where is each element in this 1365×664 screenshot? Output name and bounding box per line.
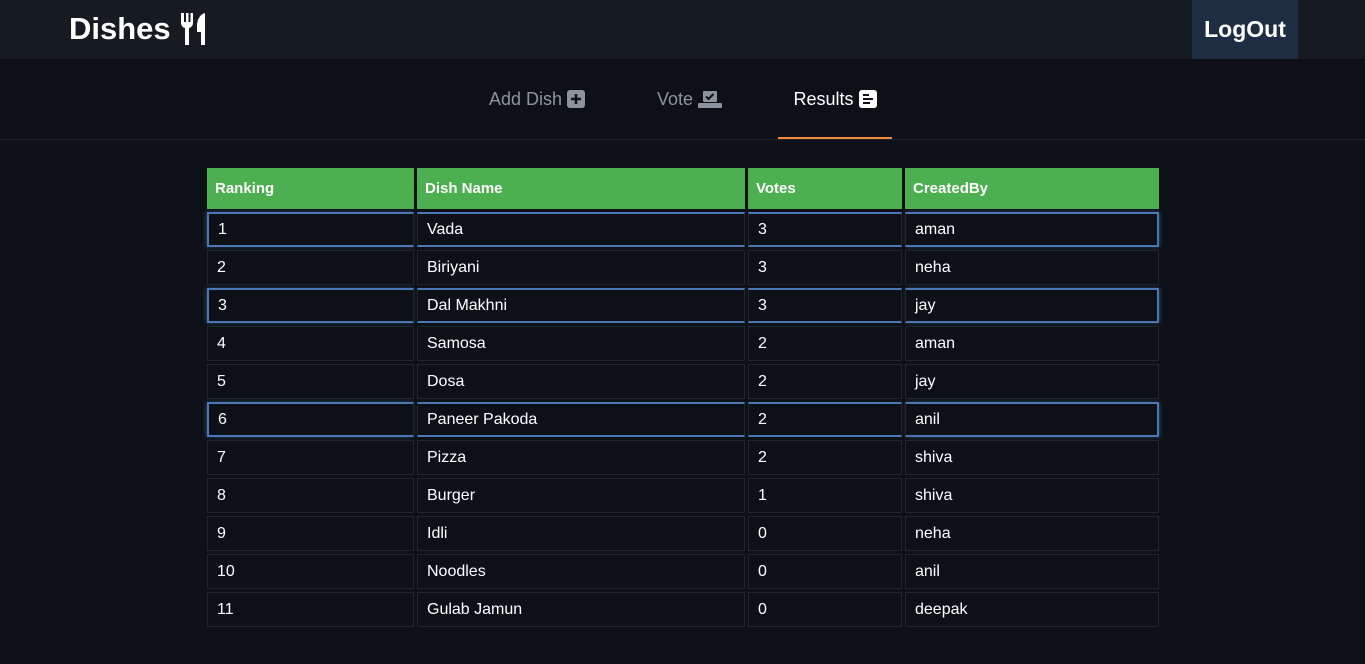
created-by-cell: jay [905,364,1159,399]
column-header-ranking: Ranking [207,168,414,209]
table-row[interactable]: 4 Samosa 2 aman [207,326,1159,361]
votes-cell: 1 [748,478,902,513]
table-row[interactable]: 3 Dal Makhni 3 jay [207,288,1159,323]
table-row[interactable]: 5 Dosa 2 jay [207,364,1159,399]
rank-cell: 6 [207,402,414,437]
column-header-dish-name: Dish Name [417,168,745,209]
table-row[interactable]: 1 Vada 3 aman [207,212,1159,247]
table-row[interactable]: 10 Noodles 0 anil [207,554,1159,589]
column-header-created-by: CreatedBy [905,168,1159,209]
created-by-cell: aman [905,326,1159,361]
votes-cell: 0 [748,516,902,551]
rank-cell: 4 [207,326,414,361]
created-by-cell: deepak [905,592,1159,627]
results-table-container: Ranking Dish Name Votes CreatedBy 1 Vada 3… [204,165,1162,630]
created-by-cell: shiva [905,440,1159,475]
app-title: Dishes [69,11,171,46]
tab-add-dish[interactable]: Add Dish [489,59,586,139]
tab-label: Vote [657,88,694,109]
created-by-cell: jay [905,288,1159,323]
dish-name-cell: Paneer Pakoda [417,402,745,437]
rank-cell: 10 [207,554,414,589]
rank-cell: 7 [207,440,414,475]
votes-cell: 0 [748,554,902,589]
dish-name-cell: Samosa [417,326,745,361]
table-row[interactable]: 2 Biriyani 3 neha [207,250,1159,285]
tab-label: Add Dish [489,88,563,109]
tab-label: Results [793,88,854,109]
rank-cell: 3 [207,288,414,323]
dish-name-cell: Dal Makhni [417,288,745,323]
created-by-cell: aman [905,212,1159,247]
utensils-icon [179,12,209,46]
column-header-votes: Votes [748,168,902,209]
dish-name-cell: Dosa [417,364,745,399]
ballot-check-icon [698,90,723,108]
rank-cell: 11 [207,592,414,627]
dish-name-cell: Noodles [417,554,745,589]
rank-cell: 8 [207,478,414,513]
created-by-cell: anil [905,402,1159,437]
dish-name-cell: Vada [417,212,745,247]
votes-cell: 0 [748,592,902,627]
created-by-cell: neha [905,516,1159,551]
brand[interactable]: Dishes [69,9,209,49]
tab-bar: Add Dish Vote Results [0,59,1365,140]
results-table: Ranking Dish Name Votes CreatedBy 1 Vada 3… [204,165,1162,630]
rank-cell: 1 [207,212,414,247]
rank-cell: 9 [207,516,414,551]
dish-name-cell: Burger [417,478,745,513]
table-row[interactable]: 11 Gulab Jamun 0 deepak [207,592,1159,627]
logout-button[interactable]: LogOut [1192,0,1298,59]
created-by-cell: anil [905,554,1159,589]
dish-name-cell: Gulab Jamun [417,592,745,627]
table-row[interactable]: 8 Burger 1 shiva [207,478,1159,513]
table-row[interactable]: 9 Idli 0 neha [207,516,1159,551]
votes-cell: 3 [748,250,902,285]
tab-results[interactable]: Results [778,59,892,139]
votes-cell: 3 [748,288,902,323]
tab-vote[interactable]: Vote [657,59,723,139]
poll-list-icon [858,90,877,108]
plus-square-icon [567,90,586,108]
table-row[interactable]: 6 Paneer Pakoda 2 anil [207,402,1159,437]
votes-cell: 3 [748,212,902,247]
created-by-cell: neha [905,250,1159,285]
votes-cell: 2 [748,402,902,437]
table-row[interactable]: 7 Pizza 2 shiva [207,440,1159,475]
dish-name-cell: Biriyani [417,250,745,285]
rank-cell: 2 [207,250,414,285]
votes-cell: 2 [748,364,902,399]
created-by-cell: shiva [905,478,1159,513]
dish-name-cell: Pizza [417,440,745,475]
votes-cell: 2 [748,440,902,475]
votes-cell: 2 [748,326,902,361]
rank-cell: 5 [207,364,414,399]
dish-name-cell: Idli [417,516,745,551]
top-navbar: Dishes LogOut [0,0,1365,59]
table-header-row: Ranking Dish Name Votes CreatedBy [207,168,1159,209]
